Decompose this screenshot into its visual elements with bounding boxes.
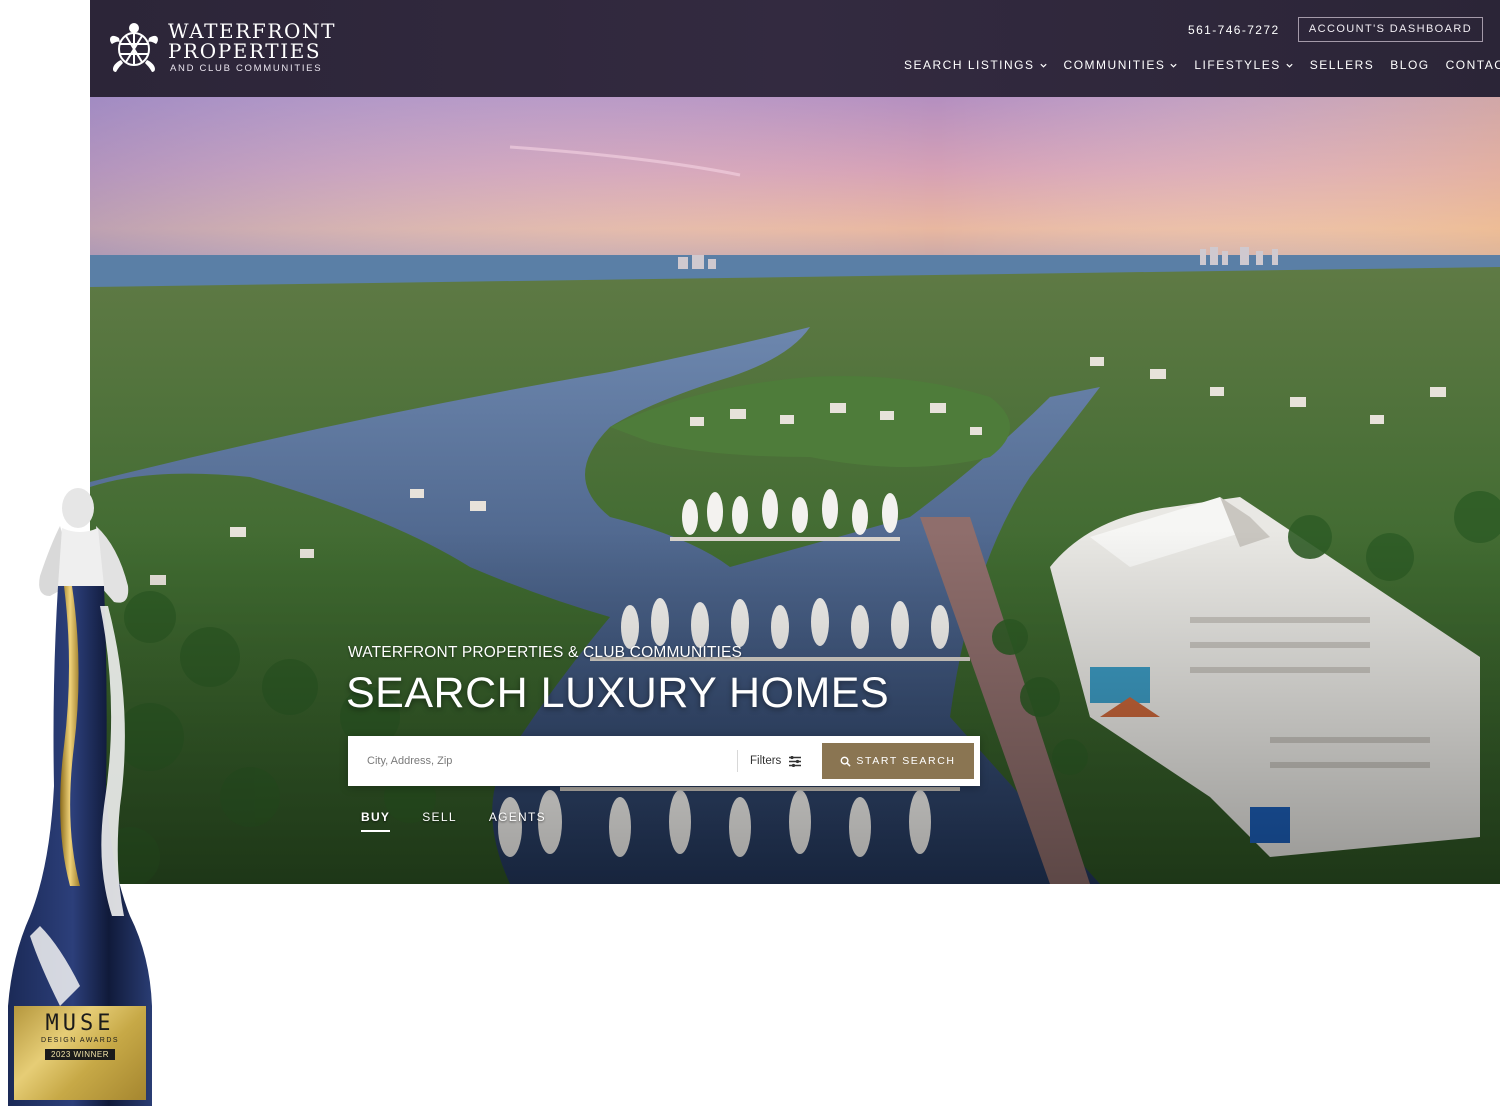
- nav-label: LIFESTYLES: [1194, 58, 1281, 72]
- nav-lifestyles[interactable]: LIFESTYLES: [1194, 57, 1293, 73]
- nav-contact[interactable]: CONTACT: [1446, 57, 1500, 73]
- logo-tagline: AND CLUB COMMUNITIES: [170, 63, 323, 74]
- nav-sellers[interactable]: SELLERS: [1310, 57, 1375, 73]
- main-nav: SEARCH LISTINGS COMMUNITIES LIFESTYLES S…: [904, 57, 1500, 73]
- phone-link[interactable]: 561-746-7272: [1188, 23, 1280, 37]
- award-plaque: MUSE DESIGN AWARDS 2023 WINNER: [14, 1006, 146, 1100]
- hero-title: SEARCH LUXURY HOMES: [346, 669, 890, 717]
- filters-button[interactable]: Filters: [750, 736, 802, 786]
- site-logo[interactable]: WATERFRONT PROPERTIES AND CLUB COMMUNITI…: [106, 18, 346, 78]
- turtle-icon: [110, 23, 158, 72]
- website-screenshot: WATERFRONT PROPERTIES AND CLUB COMMUNITI…: [90, 0, 1500, 884]
- start-search-button[interactable]: START SEARCH: [822, 743, 974, 779]
- account-dashboard-button[interactable]: ACCOUNT'S DASHBOARD: [1298, 17, 1483, 42]
- nav-search-listings[interactable]: SEARCH LISTINGS: [904, 57, 1048, 73]
- chevron-down-icon: [1039, 63, 1047, 68]
- award-brand: MUSE: [45, 1011, 115, 1036]
- search-mode-tabs: BUY SELL AGENTS: [361, 810, 578, 832]
- filters-label: Filters: [750, 755, 782, 767]
- tab-agents[interactable]: AGENTS: [489, 810, 546, 832]
- nav-blog[interactable]: BLOG: [1390, 57, 1429, 73]
- nav-label: CONTACT: [1445, 58, 1500, 72]
- sliders-icon: [789, 755, 802, 767]
- nav-label: BLOG: [1390, 58, 1430, 72]
- chevron-down-icon: [1170, 63, 1177, 68]
- chevron-down-icon: [1286, 63, 1293, 68]
- tab-sell[interactable]: SELL: [422, 810, 457, 832]
- hero-eyebrow: WATERFRONT PROPERTIES & CLUB COMMUNITIES: [348, 644, 743, 661]
- award-winner-badge: 2023 WINNER: [45, 1049, 115, 1060]
- search-bar: Filters START SEARCH: [348, 736, 980, 786]
- logo-text-line2: PROPERTIES: [168, 39, 322, 63]
- nav-label: SELLERS: [1309, 58, 1375, 72]
- search-divider: [737, 750, 738, 772]
- nav-communities[interactable]: COMMUNITIES: [1064, 57, 1179, 73]
- nav-label: COMMUNITIES: [1063, 58, 1166, 72]
- tab-buy[interactable]: BUY: [361, 810, 391, 832]
- start-search-label: START SEARCH: [856, 755, 956, 767]
- hero-section: WATERFRONT PROPERTIES & CLUB COMMUNITIES…: [90, 97, 1500, 884]
- search-icon: [841, 756, 852, 767]
- nav-label: SEARCH LISTINGS: [904, 58, 1035, 72]
- site-header: WATERFRONT PROPERTIES AND CLUB COMMUNITI…: [90, 0, 1500, 97]
- award-subtitle: DESIGN AWARDS: [40, 1037, 120, 1044]
- search-input[interactable]: [348, 736, 736, 786]
